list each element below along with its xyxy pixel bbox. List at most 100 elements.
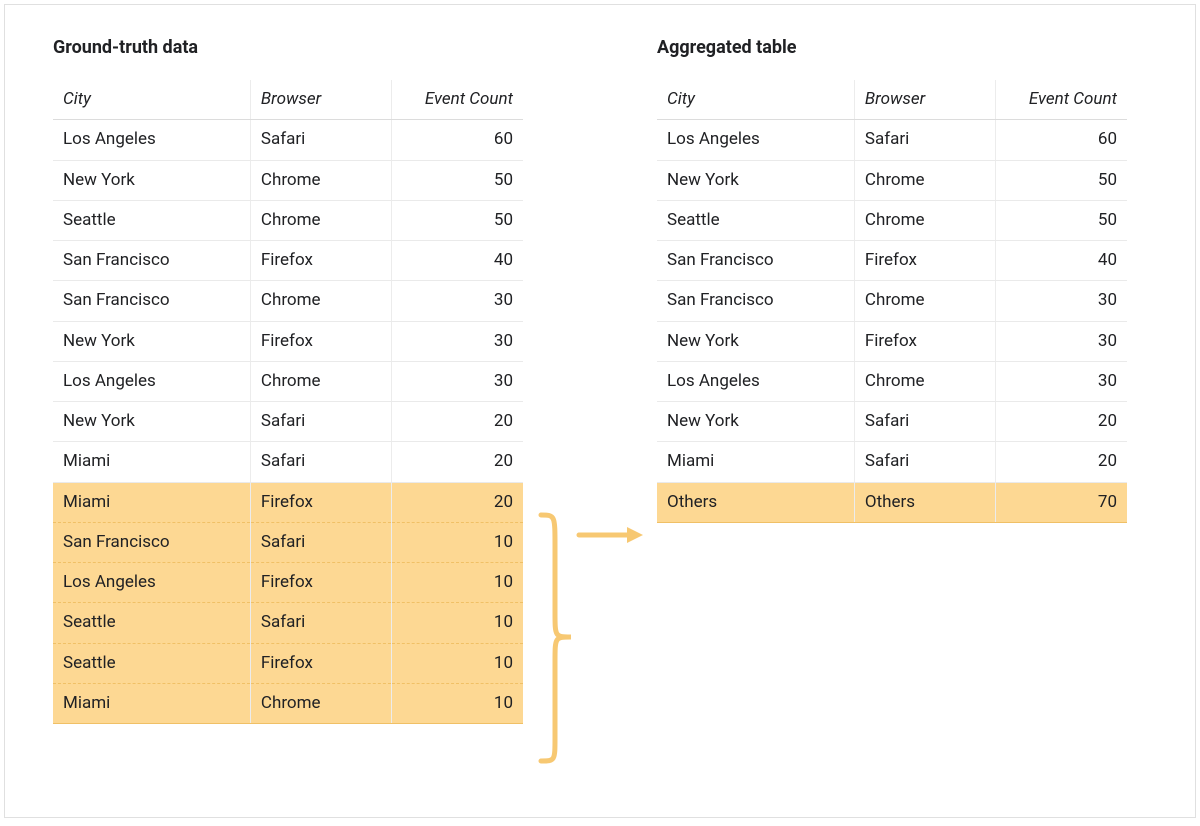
cell-browser: Chrome — [854, 361, 995, 401]
cell-event-count: 50 — [995, 200, 1127, 240]
table-row: New YorkSafari20 — [53, 402, 523, 442]
table-row: Los AngelesChrome30 — [657, 361, 1127, 401]
cell-browser: Safari — [250, 402, 391, 442]
cell-city: Los Angeles — [53, 563, 250, 603]
table-row: SeattleSafari10 — [53, 603, 523, 643]
cell-city: Los Angeles — [53, 120, 250, 160]
cell-city: Los Angeles — [657, 361, 854, 401]
cell-browser: Firefox — [250, 241, 391, 281]
table-row: San FranciscoFirefox40 — [657, 241, 1127, 281]
cell-browser: Safari — [250, 120, 391, 160]
cell-event-count: 30 — [391, 281, 523, 321]
cell-browser: Others — [854, 482, 995, 522]
table-row: SeattleChrome50 — [657, 200, 1127, 240]
cell-city: New York — [657, 321, 854, 361]
brace-and-arrow-icon — [535, 37, 645, 817]
cell-event-count: 10 — [391, 522, 523, 562]
cell-city: San Francisco — [53, 241, 250, 281]
cell-event-count: 10 — [391, 683, 523, 723]
cell-event-count: 60 — [391, 120, 523, 160]
table-header-row: City Browser Event Count — [53, 80, 523, 120]
col-browser: Browser — [250, 80, 391, 120]
cell-city: New York — [657, 160, 854, 200]
cell-event-count: 30 — [995, 321, 1127, 361]
aggregated-table: City Browser Event Count Los AngelesSafa… — [657, 80, 1127, 523]
cell-browser: Chrome — [250, 683, 391, 723]
cell-event-count: 30 — [391, 321, 523, 361]
cell-city: Others — [657, 482, 854, 522]
cell-city: Los Angeles — [657, 120, 854, 160]
diagram-frame: Ground-truth data City Browser Event Cou… — [4, 4, 1196, 818]
cell-city: New York — [53, 321, 250, 361]
cell-event-count: 40 — [995, 241, 1127, 281]
cell-browser: Chrome — [250, 200, 391, 240]
cell-event-count: 30 — [995, 361, 1127, 401]
table-row: Los AngelesChrome30 — [53, 361, 523, 401]
cell-city: San Francisco — [657, 241, 854, 281]
table-row: SeattleChrome50 — [53, 200, 523, 240]
cell-event-count: 20 — [391, 442, 523, 482]
table-row: MiamiChrome10 — [53, 683, 523, 723]
ground-truth-title: Ground-truth data — [53, 37, 523, 58]
cell-event-count: 30 — [995, 281, 1127, 321]
table-row: New YorkSafari20 — [657, 402, 1127, 442]
cell-browser: Chrome — [854, 200, 995, 240]
cell-event-count: 10 — [391, 643, 523, 683]
cell-event-count: 10 — [391, 603, 523, 643]
cell-event-count: 40 — [391, 241, 523, 281]
table-row: San FranciscoChrome30 — [657, 281, 1127, 321]
cell-browser: Chrome — [250, 160, 391, 200]
cell-event-count: 60 — [995, 120, 1127, 160]
cell-event-count: 30 — [391, 361, 523, 401]
cell-event-count: 20 — [391, 402, 523, 442]
cell-browser: Safari — [250, 442, 391, 482]
cell-browser: Firefox — [854, 321, 995, 361]
table-row: MiamiSafari20 — [53, 442, 523, 482]
cell-city: New York — [53, 160, 250, 200]
cell-city: Miami — [53, 482, 250, 522]
table-row: San FranciscoFirefox40 — [53, 241, 523, 281]
cell-browser: Firefox — [250, 321, 391, 361]
col-city: City — [53, 80, 250, 120]
cell-browser: Chrome — [854, 160, 995, 200]
cell-city: Seattle — [53, 200, 250, 240]
cell-event-count: 70 — [995, 482, 1127, 522]
cell-browser: Safari — [854, 442, 995, 482]
col-browser: Browser — [854, 80, 995, 120]
cell-event-count: 50 — [995, 160, 1127, 200]
ground-truth-table: City Browser Event Count Los AngelesSafa… — [53, 80, 523, 724]
table-header-row: City Browser Event Count — [657, 80, 1127, 120]
table-row: New YorkChrome50 — [53, 160, 523, 200]
col-event-count: Event Count — [995, 80, 1127, 120]
cell-city: Miami — [657, 442, 854, 482]
cell-event-count: 50 — [391, 200, 523, 240]
cell-city: San Francisco — [657, 281, 854, 321]
table-row: Los AngelesSafari60 — [53, 120, 523, 160]
cell-city: Seattle — [657, 200, 854, 240]
cell-city: San Francisco — [53, 522, 250, 562]
cell-event-count: 20 — [995, 402, 1127, 442]
cell-event-count: 20 — [995, 442, 1127, 482]
cell-event-count: 10 — [391, 563, 523, 603]
table-row: OthersOthers70 — [657, 482, 1127, 522]
cell-event-count: 20 — [391, 482, 523, 522]
table-row: Los AngelesFirefox10 — [53, 563, 523, 603]
cell-browser: Safari — [854, 120, 995, 160]
cell-browser: Firefox — [250, 643, 391, 683]
cell-city: Miami — [53, 442, 250, 482]
aggregated-panel: Aggregated table City Browser Event Coun… — [657, 37, 1127, 523]
cell-city: Seattle — [53, 643, 250, 683]
table-row: New YorkFirefox30 — [657, 321, 1127, 361]
cell-city: San Francisco — [53, 281, 250, 321]
table-row: MiamiSafari20 — [657, 442, 1127, 482]
col-city: City — [657, 80, 854, 120]
table-row: New YorkChrome50 — [657, 160, 1127, 200]
table-row: Los AngelesSafari60 — [657, 120, 1127, 160]
cell-browser: Safari — [854, 402, 995, 442]
cell-browser: Safari — [250, 522, 391, 562]
cell-city: New York — [657, 402, 854, 442]
cell-browser: Firefox — [250, 563, 391, 603]
table-row: San FranciscoSafari10 — [53, 522, 523, 562]
aggregated-title: Aggregated table — [657, 37, 1127, 58]
ground-truth-panel: Ground-truth data City Browser Event Cou… — [53, 37, 523, 724]
